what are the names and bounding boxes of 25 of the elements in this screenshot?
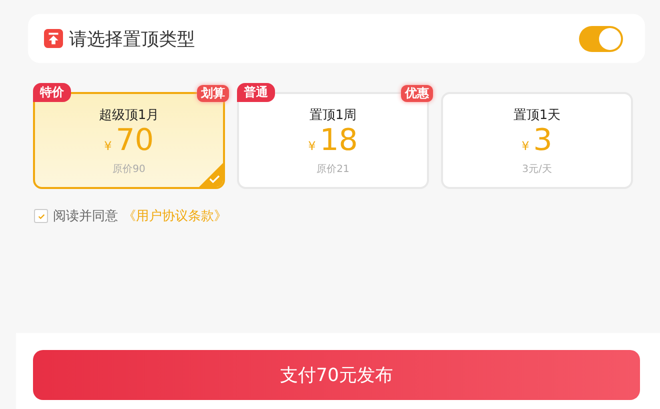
- plan-note: 原价21: [316, 163, 350, 176]
- plan-title: 置顶1周: [309, 107, 357, 124]
- plan-title: 超级顶1月: [98, 107, 160, 124]
- plan-tag: 特价: [33, 83, 71, 102]
- plan-card[interactable]: 置顶1天 ¥3 3元/天: [441, 92, 633, 189]
- currency-symbol: ¥: [308, 139, 316, 153]
- selected-check-icon: [199, 163, 223, 187]
- discount-badge: 划算: [197, 85, 229, 102]
- discount-badge: 优惠: [401, 85, 433, 102]
- plan-note: 3元/天: [522, 163, 552, 176]
- agree-checkbox[interactable]: [34, 209, 48, 223]
- currency-symbol: ¥: [522, 139, 530, 153]
- plan-price: 3: [533, 124, 552, 158]
- plan-title: 置顶1天: [513, 107, 561, 124]
- plan-price: 70: [116, 124, 154, 158]
- plan-price: 18: [320, 124, 358, 158]
- pay-button[interactable]: 支付70元发布: [33, 350, 640, 400]
- section-title: 请选择置顶类型: [69, 28, 196, 50]
- agree-label: 阅读并同意: [53, 208, 118, 225]
- toggle-switch[interactable]: [579, 26, 623, 52]
- check-icon: [36, 212, 46, 220]
- plan-tag: 普通: [237, 83, 275, 102]
- currency-symbol: ¥: [104, 139, 112, 153]
- pin-top-icon: [44, 29, 63, 48]
- plan-note: 原价90: [112, 163, 146, 176]
